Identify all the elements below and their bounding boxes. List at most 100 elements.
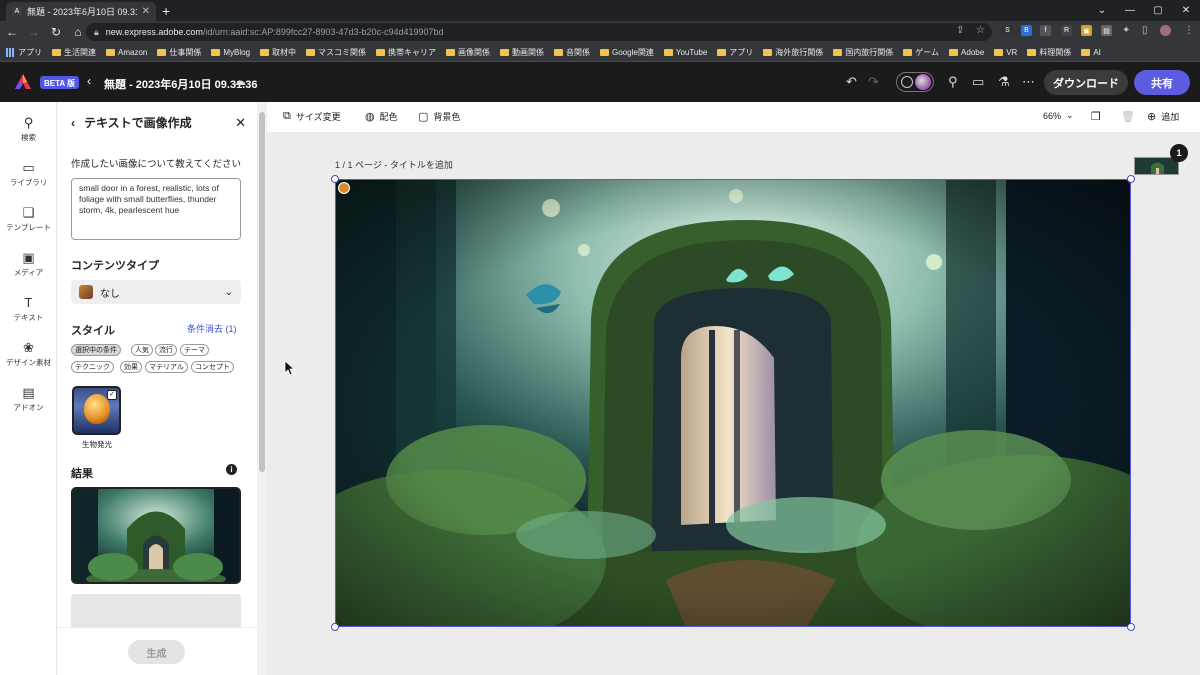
chip-popular[interactable]: 人気 bbox=[131, 344, 153, 356]
trash-icon[interactable]: 🗑︎ bbox=[1121, 110, 1135, 123]
browser-menu-icon[interactable]: ⋮ bbox=[1184, 25, 1194, 36]
forward-arrow-icon[interactable]: → bbox=[24, 25, 44, 39]
extension-photo-icon[interactable]: ▣ bbox=[1081, 25, 1092, 36]
bookmark-folder[interactable]: 仕事関係 bbox=[157, 47, 201, 58]
rail-addons[interactable]: ▤ アドオン bbox=[0, 385, 57, 413]
adobe-express-logo-icon[interactable] bbox=[14, 73, 32, 91]
bookmark-folder[interactable]: 生活関連 bbox=[52, 47, 96, 58]
bookmark-folder[interactable]: Adobe bbox=[949, 48, 984, 57]
undo-icon[interactable]: ↶ bbox=[846, 74, 857, 90]
bookmark-folder[interactable]: ゲーム bbox=[903, 47, 939, 58]
back-chevron-icon[interactable]: ‹ bbox=[71, 116, 75, 130]
extensions-puzzle-icon[interactable]: ✦ bbox=[1122, 25, 1130, 36]
share-page-icon[interactable]: ⇪ bbox=[956, 25, 964, 36]
cloud-sync-icon[interactable]: ☁ bbox=[234, 74, 246, 88]
bookmark-folder[interactable]: MyBlog bbox=[211, 48, 250, 57]
folder-icon bbox=[52, 48, 61, 56]
chip-theme[interactable]: テーマ bbox=[180, 344, 209, 356]
background-color-button[interactable]: ▢ 背景色 bbox=[418, 110, 460, 123]
tab-list-icon[interactable]: ⌄ bbox=[1088, 0, 1116, 20]
clear-filters-link[interactable]: 条件消去 (1) bbox=[187, 322, 237, 335]
tab-close-icon[interactable]: ✕ bbox=[142, 6, 150, 17]
resize-handle-top-right[interactable] bbox=[1127, 175, 1135, 183]
zoom-dropdown[interactable]: 66% ⌄ bbox=[1043, 110, 1074, 121]
extension-blue-icon[interactable]: B bbox=[1021, 25, 1032, 36]
bookmark-folder[interactable]: 取材中 bbox=[260, 47, 296, 58]
style-thumbnail-bioluminescent[interactable]: ✓ bbox=[72, 386, 121, 435]
chip-effect[interactable]: 効果 bbox=[120, 361, 142, 373]
bookmark-folder[interactable]: 携帯キャリア bbox=[376, 47, 436, 58]
info-icon[interactable]: i bbox=[226, 464, 237, 475]
bookmark-folder[interactable]: VR bbox=[994, 48, 1017, 57]
new-tab-button[interactable]: + bbox=[162, 3, 170, 19]
minimize-button[interactable]: — bbox=[1116, 0, 1144, 20]
close-icon[interactable]: ✕ bbox=[235, 115, 246, 131]
rail-search[interactable]: ⚲ 検索 bbox=[0, 115, 57, 143]
bookmark-folder[interactable]: AI bbox=[1081, 48, 1101, 57]
bookmark-folder[interactable]: アプリ bbox=[717, 47, 753, 58]
extension-s-icon[interactable]: S bbox=[1002, 25, 1013, 36]
generate-button[interactable]: 生成 bbox=[128, 640, 185, 664]
rail-library[interactable]: ▭ ライブラリ bbox=[0, 160, 57, 188]
rail-design-assets[interactable]: ❀ デザイン素材 bbox=[0, 340, 57, 368]
resize-button[interactable]: ⧉ サイズ変更 bbox=[283, 110, 341, 123]
more-options-icon[interactable]: ⋯ bbox=[1022, 74, 1035, 90]
pages-icon[interactable]: ❐ bbox=[1091, 110, 1101, 123]
lock-badge-icon[interactable] bbox=[338, 182, 350, 194]
bookmark-folder[interactable]: 海外旅行関係 bbox=[763, 47, 823, 58]
chip-concept[interactable]: コンセプト bbox=[191, 361, 234, 373]
side-panel-icon[interactable]: ▯ bbox=[1142, 25, 1148, 36]
bookmark-apps[interactable]: アプリ bbox=[6, 47, 42, 58]
bookmark-folder[interactable]: Amazon bbox=[106, 48, 147, 57]
result-thumbnail[interactable] bbox=[71, 487, 241, 584]
result-placeholder bbox=[71, 594, 241, 630]
extension-r-icon[interactable]: R bbox=[1061, 25, 1072, 36]
close-window-button[interactable]: ✕ bbox=[1172, 0, 1200, 20]
bookmark-folder[interactable]: Google関連 bbox=[600, 47, 654, 58]
reload-icon[interactable]: ↻ bbox=[46, 25, 66, 39]
chevron-down-icon: ⌄ bbox=[1066, 110, 1074, 120]
bookmark-folder[interactable]: 料理関係 bbox=[1027, 47, 1071, 58]
chip-selected[interactable]: 選択中の条件 bbox=[71, 344, 121, 356]
rail-templates[interactable]: ❏ テンプレート bbox=[0, 205, 57, 233]
chip-trending[interactable]: 流行 bbox=[155, 344, 177, 356]
address-bar[interactable]: 🔒︎ new.express.adobe.com /id/urn:aaid:sc… bbox=[86, 23, 992, 41]
prompt-textarea[interactable]: small door in a forest, realistic, lots … bbox=[71, 178, 241, 240]
artboard-image[interactable] bbox=[335, 179, 1131, 627]
comment-icon[interactable]: ▭ bbox=[972, 74, 984, 90]
bookmark-folder[interactable]: 画像関係 bbox=[446, 47, 490, 58]
resize-handle-bottom-right[interactable] bbox=[1127, 623, 1135, 631]
resize-handle-bottom-left[interactable] bbox=[331, 623, 339, 631]
home-icon[interactable]: ⌂ bbox=[68, 25, 88, 39]
resize-handle-top-left[interactable] bbox=[331, 175, 339, 183]
back-chevron-icon[interactable]: ‹ bbox=[87, 74, 91, 88]
scrollbar-thumb[interactable] bbox=[259, 112, 265, 472]
collaborators-avatars[interactable] bbox=[896, 72, 934, 92]
color-scheme-button[interactable]: ◍ 配色 bbox=[365, 110, 398, 123]
profile-avatar-icon[interactable] bbox=[1160, 25, 1171, 36]
content-type-select[interactable]: なし ⌄ bbox=[71, 280, 241, 304]
lightbulb-icon[interactable]: ⚲ bbox=[948, 74, 958, 90]
rail-text[interactable]: T テキスト bbox=[0, 295, 57, 323]
bookmark-folder[interactable]: 国内旅行関係 bbox=[833, 47, 893, 58]
browser-tab[interactable]: A 無題 - 2023年6月10日 09.31.36 ✕ bbox=[6, 2, 156, 21]
rail-media[interactable]: ▣ メディア bbox=[0, 250, 57, 278]
maximize-button[interactable]: ▢ bbox=[1144, 0, 1172, 20]
back-arrow-icon[interactable]: ← bbox=[2, 25, 22, 39]
panel-scrollbar[interactable] bbox=[257, 102, 267, 675]
bookmark-star-icon[interactable]: ☆ bbox=[976, 25, 985, 36]
flask-icon[interactable]: ⚗ bbox=[998, 74, 1010, 90]
page-title-label[interactable]: 1 / 1 ページ - タイトルを追加 bbox=[335, 158, 453, 171]
bookmark-folder[interactable]: マスコミ関係 bbox=[306, 47, 366, 58]
chip-technique[interactable]: テクニック bbox=[71, 361, 114, 373]
chip-material[interactable]: マテリアル bbox=[145, 361, 188, 373]
extension-f-icon[interactable]: f bbox=[1040, 25, 1051, 36]
download-button[interactable]: ダウンロード bbox=[1044, 70, 1128, 95]
bookmark-folder[interactable]: 音関係 bbox=[554, 47, 590, 58]
add-page-button[interactable]: ⊕ 追加 bbox=[1147, 110, 1179, 123]
bookmark-folder[interactable]: 動画関係 bbox=[500, 47, 544, 58]
redo-icon[interactable]: ↷ bbox=[868, 74, 879, 90]
extension-gray-icon[interactable]: ▤ bbox=[1101, 25, 1112, 36]
bookmark-folder[interactable]: YouTube bbox=[663, 48, 707, 57]
share-button[interactable]: 共有 bbox=[1134, 70, 1190, 95]
